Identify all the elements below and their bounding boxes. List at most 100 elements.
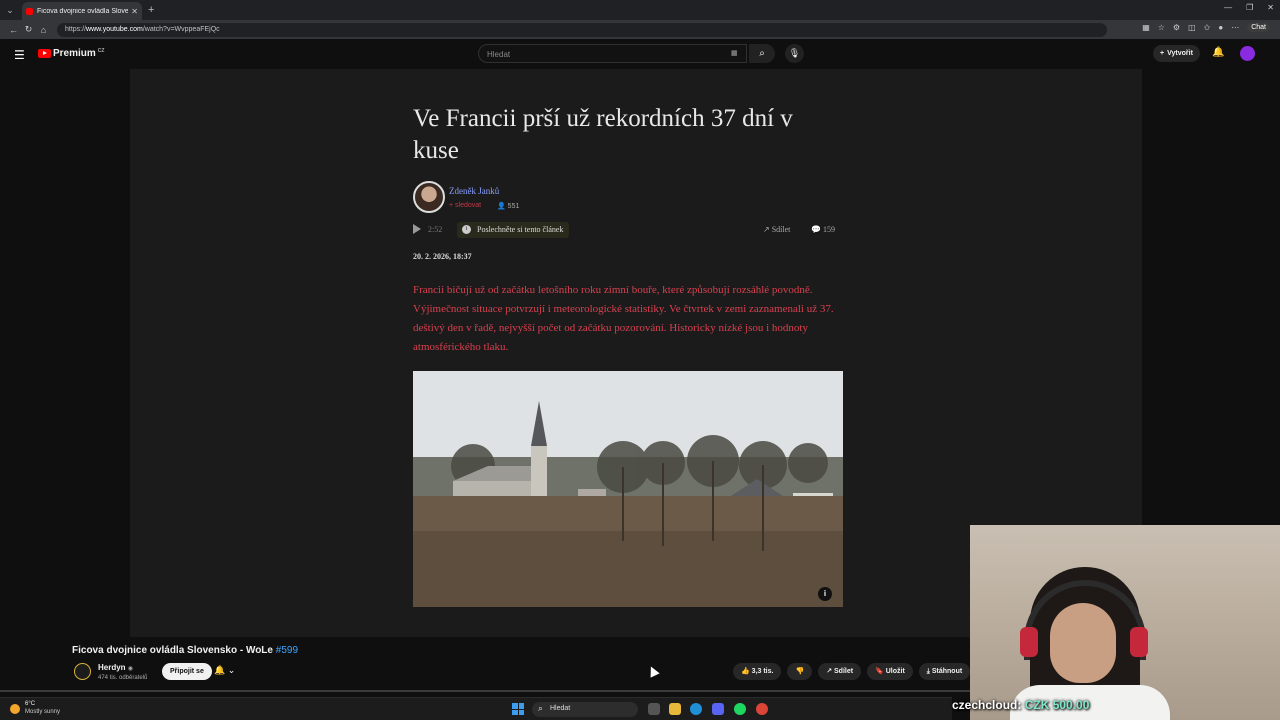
tab-title: Ficova dvojnice ovládla Slovensko [37,7,129,15]
notifications-bell-icon[interactable]: 🔔 [1212,47,1224,58]
author-avatar [413,181,445,213]
search-icon: ⌕ [759,48,765,59]
video-title: Ficova dvojnice ovládla Slovensko - WoLe… [72,645,298,656]
save-label: Uložit [885,668,905,675]
donation-user: czechcloud: [952,698,1022,712]
donation-alert: czechcloud: CZK 500.00 [952,698,1089,712]
bookmark-icon: 🔖 [875,668,886,675]
bookmark-star-icon[interactable]: ☆ [1158,23,1165,32]
weather-condition[interactable]: Mostly sunny [25,709,60,715]
maximize-icon[interactable]: ❐ [1246,3,1253,12]
channel-avatar[interactable] [74,663,91,680]
voice-search-button[interactable]: 🎙 [785,44,804,63]
article-date: 20. 2. 2026, 18:37 [413,252,472,261]
start-button[interactable] [512,703,524,715]
windows-taskbar: 6°C Mostly sunny Hledat [0,697,952,720]
back-icon[interactable]: ← [6,25,21,35]
favorites-icon[interactable]: ✩ [1204,23,1211,32]
listen-article-label: Poslechněte si tento článek [457,222,570,238]
split-view-icon[interactable]: ◫ [1188,23,1196,32]
follower-count: 👤 551 [497,202,519,210]
create-label: Vytvořit [1167,50,1193,57]
like-button[interactable]: 👍 3,3 tis. [733,663,782,680]
subscription-bell-dropdown[interactable]: 🔔 ⌄ [214,665,235,676]
thumbs-up-icon: 👍 [741,668,752,675]
home-icon[interactable]: ⌂ [36,25,51,35]
close-window-icon[interactable]: ✕ [1267,3,1274,12]
plus-icon: + [1160,50,1165,57]
share-icon: ↗ [826,668,834,675]
webcam-overlay [970,525,1280,720]
audio-play-icon [413,224,421,234]
keyboard-icon[interactable]: ▦ [731,49,738,57]
sun-icon[interactable] [10,704,20,714]
file-explorer-icon[interactable] [669,703,681,715]
tab-search-icon[interactable]: ⌄ [0,0,20,20]
video-hashtag[interactable]: #599 [276,645,298,656]
edge-browser-icon[interactable] [690,703,702,715]
person-icon: 👤 [497,203,508,210]
bell-icon: 🔔 [214,665,226,675]
url-prefix: https:// [65,26,87,33]
join-button[interactable]: Připojit se [162,663,212,680]
account-avatar[interactable] [1240,46,1255,61]
follow-link: + sledovat [449,202,482,209]
audio-duration: 2:52 [428,225,443,234]
thumbs-down-icon: 👎 [795,668,805,675]
headset-right-cup [1130,627,1148,657]
window-controls: — ❐ ✕ [1224,3,1274,12]
like-count: 3,3 tis. [751,668,774,675]
logo-region: CZ [97,48,105,54]
url-input[interactable]: https://www.youtube.com/watch?v=WvppeaFE… [57,22,1107,37]
article-share: ↗ Sdílet [763,225,790,234]
flood-photo: i [413,371,843,607]
minimize-icon[interactable]: — [1224,3,1232,12]
author-name: Zdeněk Janků [449,186,500,196]
article-audio-row: 2:52 Poslechněte si tento článek ↗ Sdíle… [413,222,843,238]
url-path: /watch?v=WvppeaFEjQc [142,26,220,33]
taskbar-search[interactable]: Hledat [532,702,638,717]
menu-icon[interactable]: ☰ [14,48,25,62]
download-label: Stáhnout [931,668,963,675]
search-input[interactable]: Hledat [478,44,747,63]
reload-icon[interactable]: ↻ [21,24,36,35]
article-comments: 💬 159 [811,225,835,234]
save-button[interactable]: 🔖 Uložit [867,663,913,680]
new-tab-icon[interactable]: + [148,4,154,16]
close-tab-icon[interactable]: ✕ [131,7,138,16]
article-share-label: Sdílet [771,225,791,234]
weather-temperature[interactable]: 6°C [25,701,35,707]
apps-icon[interactable]: ▦ [1142,23,1150,32]
chrome-icon[interactable] [756,703,768,715]
profile-icon[interactable]: ● [1218,23,1223,32]
youtube-header: ☰ Premium CZ Hledat ▦ ⌕ 🎙 + Vytvořit 🔔 [0,39,1280,69]
share-button[interactable]: ↗ Sdílet [818,663,862,680]
url-domain: www.youtube.com [86,26,143,33]
dislike-button[interactable]: 👎 [787,663,813,680]
extensions-icon[interactable]: ⚙ [1173,23,1180,32]
search-button[interactable]: ⌕ [749,44,775,63]
task-view-icon[interactable] [648,703,660,715]
browser-toolbar-icons: ▦ ☆ ⚙ ◫ ✩ ● ⋯ Chat [1142,23,1270,32]
flood-photo-illustration [413,371,843,607]
browser-tab-active[interactable]: Ficova dvojnice ovládla Slovensko ✕ [22,2,142,20]
youtube-logo[interactable]: Premium CZ [38,48,104,59]
comment-count: 159 [822,225,835,234]
verified-icon: ◉ [127,666,134,672]
spotify-icon[interactable] [734,703,746,715]
more-icon[interactable]: ⋯ [1231,23,1239,32]
create-button[interactable]: + Vytvořit [1153,45,1200,62]
donation-amount: CZK 500.00 [1024,698,1090,712]
channel-name-text: Herdyn [98,663,126,672]
share-icon: ↗ [763,225,772,234]
chevron-down-icon: ⌄ [227,665,236,675]
address-bar-row: ← ↻ ⌂ https://www.youtube.com/watch?v=Wv… [0,20,1280,39]
discord-icon[interactable] [712,703,724,715]
video-actions: 👍 3,3 tis. 👎 ↗ Sdílet 🔖 Uložit ⤓ Stáhnou… [733,663,971,680]
copilot-chat-button[interactable]: Chat [1247,23,1270,32]
photo-info-icon: i [818,587,832,601]
logo-text: Premium [53,48,96,59]
video-title-text: Ficova dvojnice ovládla Slovensko - WoLe [72,645,273,656]
download-button[interactable]: ⤓ Stáhnout [918,663,971,680]
channel-name[interactable]: Herdyn ◉ [98,663,133,672]
